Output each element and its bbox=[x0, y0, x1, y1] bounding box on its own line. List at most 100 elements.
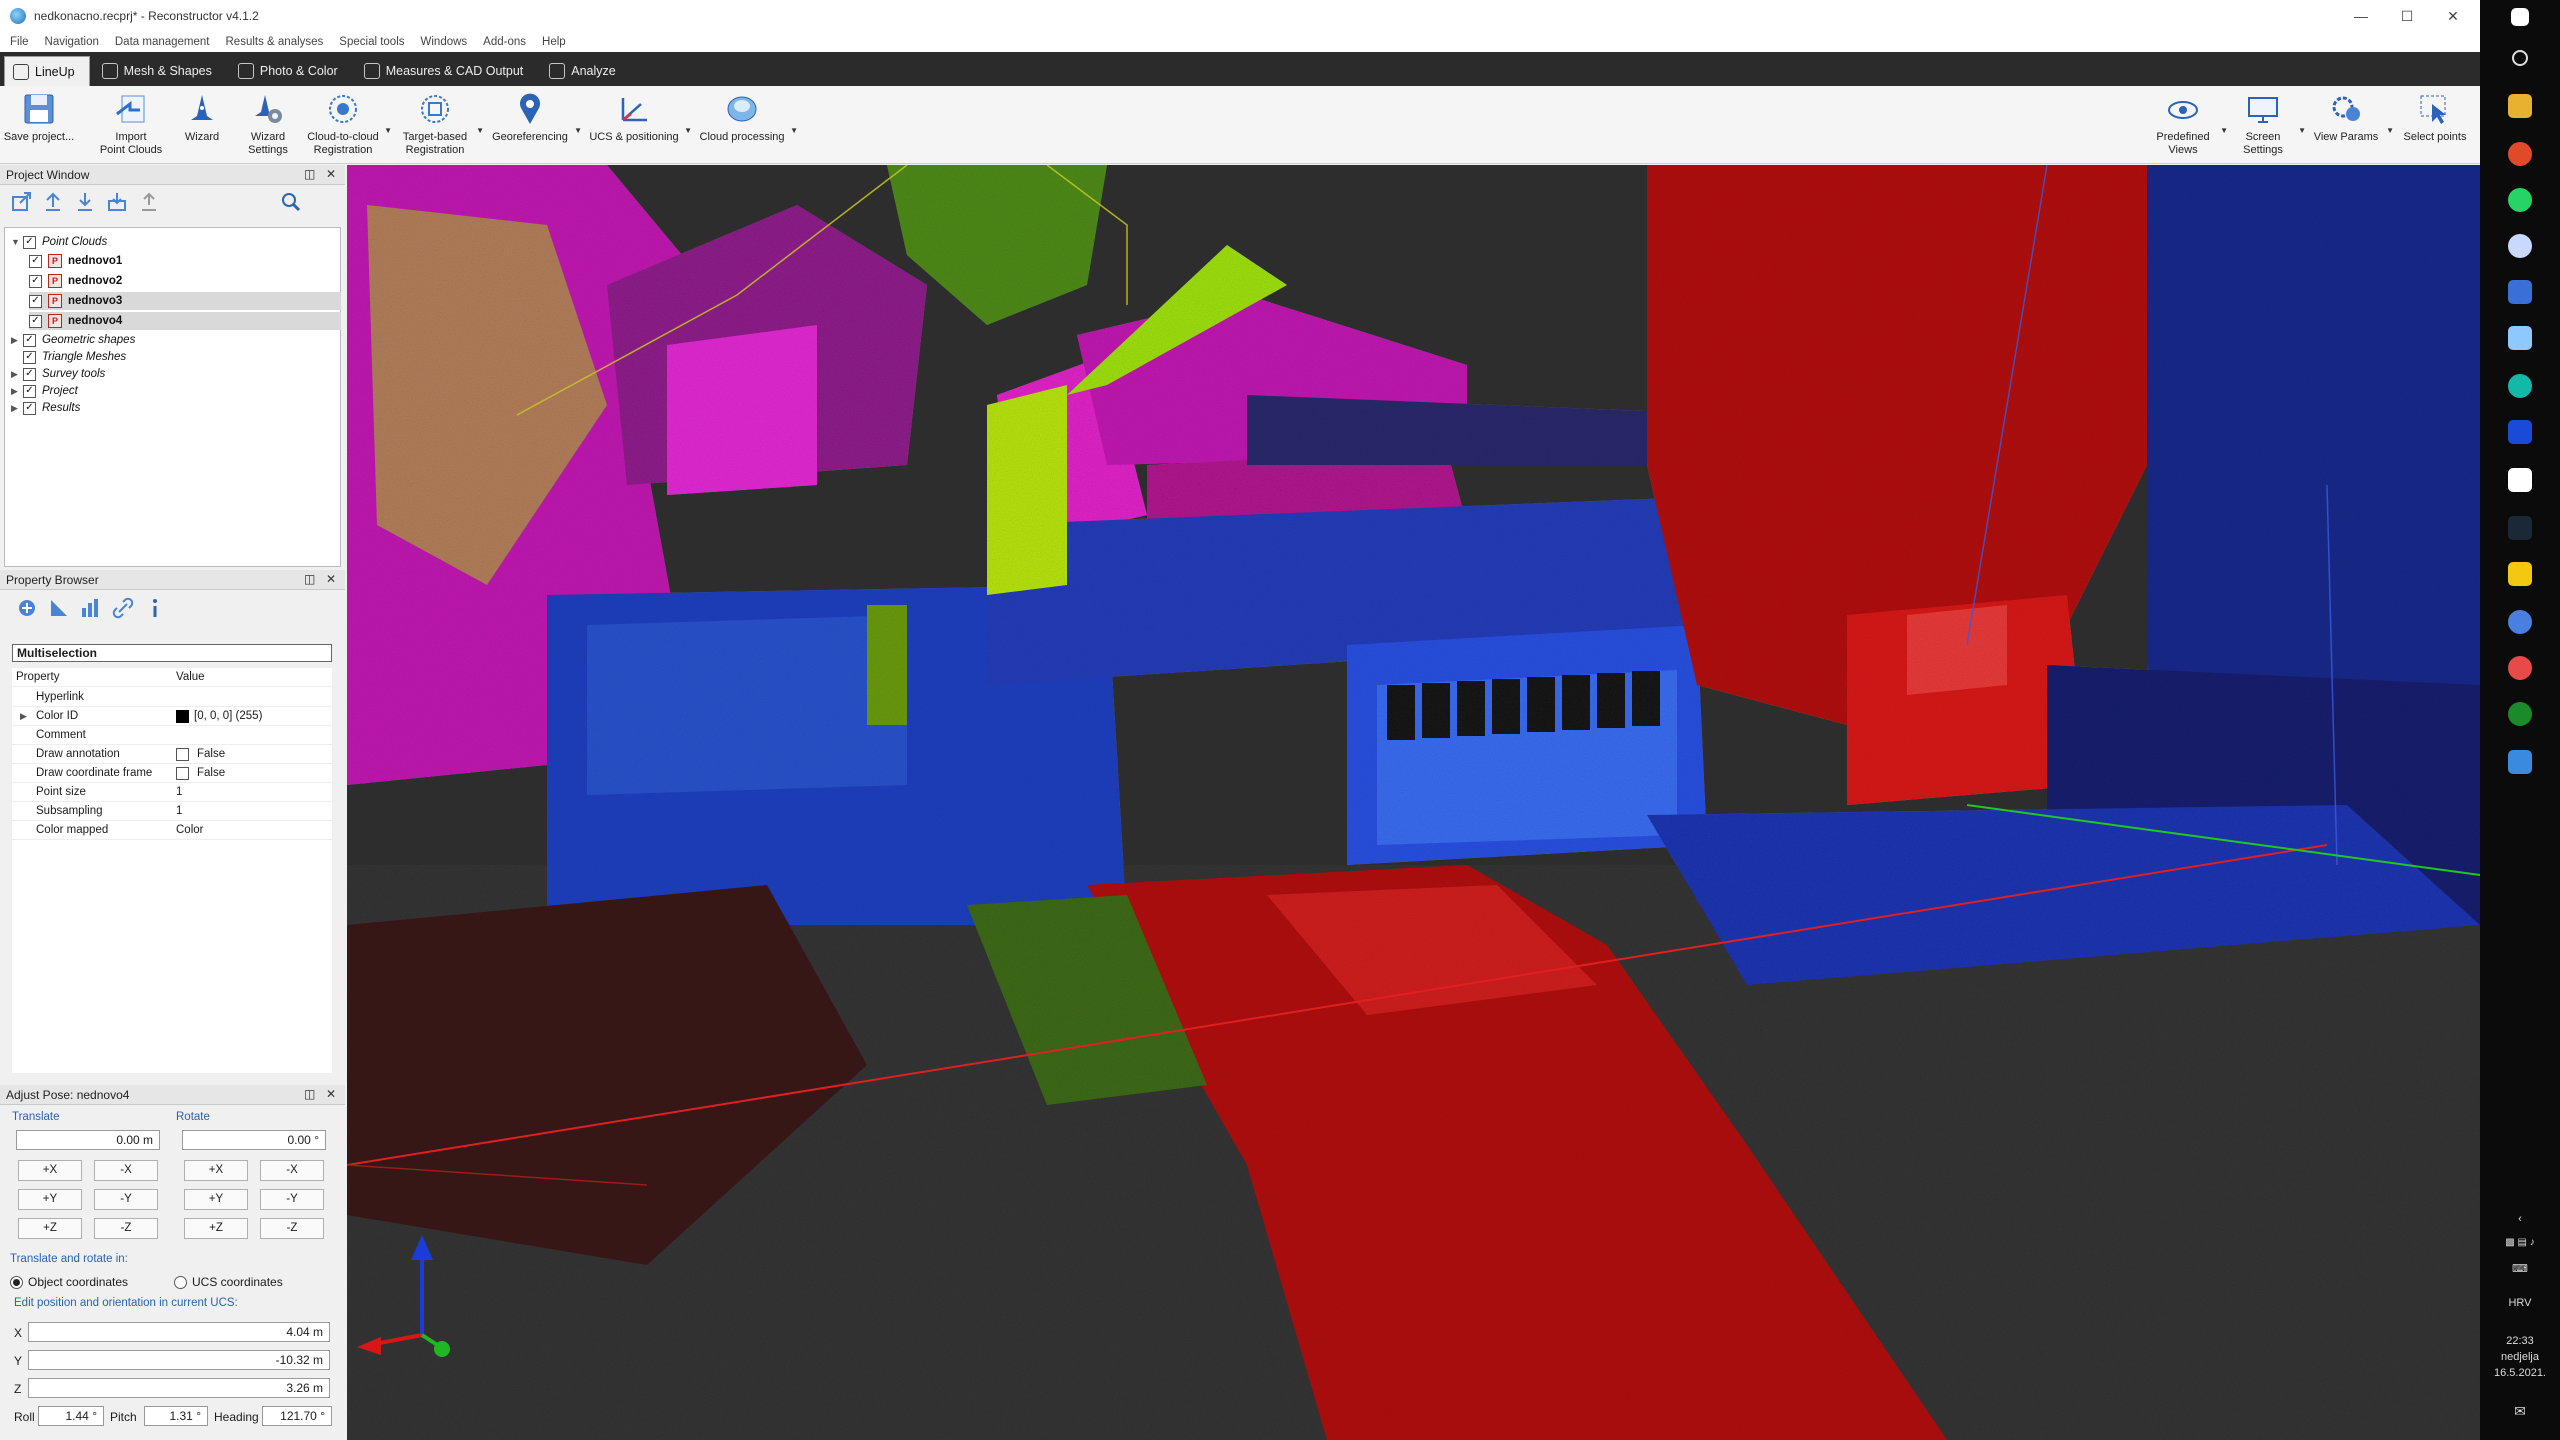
wizard-settings-button[interactable]: Wizard Settings bbox=[240, 90, 296, 162]
x-position-input[interactable]: 4.04 m bbox=[28, 1322, 330, 1342]
tree-item-nednovo3[interactable]: ✓ Pnednovo3 bbox=[29, 292, 341, 310]
target-registration-button[interactable]: Target-based Registration ▼ bbox=[398, 90, 484, 162]
clock-time[interactable]: 22:33 bbox=[2480, 1334, 2560, 1348]
rotate-minus-y-button[interactable]: -Y bbox=[260, 1189, 324, 1210]
z-position-input[interactable]: 3.26 m bbox=[28, 1378, 330, 1398]
object-coordinates-radio[interactable]: Object coordinates bbox=[10, 1275, 128, 1289]
sticky-notes-icon[interactable] bbox=[2508, 562, 2532, 586]
tree-item-point-clouds[interactable]: ▼ ✓ Point Clouds bbox=[11, 233, 341, 251]
cloud-to-cloud-button[interactable]: Cloud-to-cloud Registration ▼ bbox=[306, 90, 392, 162]
rotate-minus-x-button[interactable]: -X bbox=[260, 1160, 324, 1181]
dropdown-arrow-icon[interactable]: ▼ bbox=[2386, 124, 2394, 137]
tree-item-survey-tools[interactable]: ▶ ✓ Survey tools bbox=[11, 365, 341, 383]
pitch-input[interactable]: 1.31 ° bbox=[144, 1406, 208, 1426]
checkbox[interactable]: ✓ bbox=[29, 294, 42, 308]
notepad-icon[interactable] bbox=[2508, 468, 2532, 492]
checkbox[interactable]: ✓ bbox=[23, 235, 36, 249]
chart-settings-icon[interactable] bbox=[78, 595, 104, 621]
reconstructor-icon[interactable] bbox=[2508, 750, 2532, 774]
menu-data-management[interactable]: Data management bbox=[115, 36, 210, 48]
translate-plus-y-button[interactable]: +Y bbox=[18, 1189, 82, 1210]
app-icon[interactable] bbox=[2508, 656, 2532, 680]
menu-special-tools[interactable]: Special tools bbox=[339, 36, 404, 48]
calculator-icon[interactable] bbox=[2508, 280, 2532, 304]
minimize-icon[interactable]: — bbox=[2338, 0, 2384, 32]
rotate-plus-z-button[interactable]: +Z bbox=[184, 1218, 248, 1239]
menu-windows[interactable]: Windows bbox=[421, 36, 468, 48]
select-points-button[interactable]: Select points bbox=[2400, 90, 2470, 162]
selection-name-field[interactable]: Multiselection bbox=[12, 644, 332, 662]
cloud-processing-button[interactable]: Cloud processing ▼ bbox=[698, 90, 798, 162]
property-row-draw-coordinate-frame[interactable]: Draw coordinate frame False bbox=[12, 764, 332, 783]
save-project-button[interactable]: Save project... bbox=[4, 90, 74, 162]
rotate-step-input[interactable]: 0.00 ° bbox=[182, 1130, 326, 1150]
search-icon[interactable] bbox=[2512, 50, 2528, 66]
georeferencing-button[interactable]: Georeferencing ▼ bbox=[490, 90, 582, 162]
tree-item-nednovo4[interactable]: ✓ Pnednovo4 bbox=[29, 312, 341, 330]
dropdown-arrow-icon[interactable]: ▼ bbox=[476, 124, 484, 137]
app-icon[interactable] bbox=[2508, 702, 2532, 726]
property-row-comment[interactable]: Comment bbox=[12, 726, 332, 745]
translate-minus-y-button[interactable]: -Y bbox=[94, 1189, 158, 1210]
expand-arrow-icon[interactable]: ▶ bbox=[11, 386, 23, 397]
file-explorer-icon[interactable] bbox=[2508, 94, 2532, 118]
heading-input[interactable]: 121.70 ° bbox=[262, 1406, 332, 1426]
link-icon[interactable] bbox=[110, 595, 136, 621]
translate-plus-x-button[interactable]: +X bbox=[18, 1160, 82, 1181]
checkbox[interactable]: ✓ bbox=[23, 333, 36, 347]
checkbox[interactable]: ✓ bbox=[23, 384, 36, 398]
property-row-hyperlink[interactable]: Hyperlink bbox=[12, 688, 332, 707]
tree-item-nednovo1[interactable]: ✓ Pnednovo1 bbox=[29, 252, 341, 270]
app-icon[interactable] bbox=[2508, 420, 2532, 444]
predefined-views-button[interactable]: Predefined Views ▼ bbox=[2150, 90, 2228, 162]
checkbox[interactable]: ✓ bbox=[23, 401, 36, 415]
language-indicator[interactable]: HRV bbox=[2480, 1296, 2560, 1310]
tab-analyze[interactable]: Analyze bbox=[541, 56, 629, 86]
expand-arrow-icon[interactable]: ▶ bbox=[11, 403, 23, 414]
screen-settings-button[interactable]: Screen Settings ▼ bbox=[2232, 90, 2306, 162]
tray-expand-icon[interactable]: ‹ bbox=[2480, 1212, 2560, 1226]
chrome-icon[interactable] bbox=[2508, 142, 2532, 166]
app-icon[interactable] bbox=[2508, 326, 2532, 350]
tree-item-geometric-shapes[interactable]: ▶ ✓ Geometric shapes bbox=[11, 331, 341, 349]
tab-mesh-shapes[interactable]: Mesh & Shapes bbox=[94, 56, 226, 86]
dropdown-arrow-icon[interactable]: ▼ bbox=[790, 124, 798, 137]
property-row-point-size[interactable]: Point size 1 bbox=[12, 783, 332, 802]
dropdown-arrow-icon[interactable]: ▼ bbox=[574, 124, 582, 137]
notifications-icon[interactable]: ✉ bbox=[2480, 1404, 2560, 1418]
3d-viewport[interactable] bbox=[347, 165, 2480, 1440]
close-panel-icon[interactable]: ✕ bbox=[326, 572, 336, 586]
keyboard-icon[interactable]: ⌨ bbox=[2480, 1262, 2560, 1276]
dropdown-arrow-icon[interactable]: ▼ bbox=[384, 124, 392, 137]
property-row-draw-annotation[interactable]: Draw annotation False bbox=[12, 745, 332, 764]
close-icon[interactable]: ✕ bbox=[2430, 0, 2476, 32]
maximize-icon[interactable]: ☐ bbox=[2384, 0, 2430, 32]
tray-icons[interactable]: ▩ ▤ ♪ bbox=[2480, 1236, 2560, 1250]
rotate-plus-x-button[interactable]: +X bbox=[184, 1160, 248, 1181]
tab-measures-cad[interactable]: Measures & CAD Output bbox=[356, 56, 538, 86]
rotate-minus-z-button[interactable]: -Z bbox=[260, 1218, 324, 1239]
expand-arrow-icon[interactable]: ▶ bbox=[20, 711, 27, 722]
app-icon[interactable] bbox=[2508, 610, 2532, 634]
roll-input[interactable]: 1.44 ° bbox=[38, 1406, 104, 1426]
menu-navigation[interactable]: Navigation bbox=[45, 36, 99, 48]
expand-arrow-icon[interactable]: ▶ bbox=[11, 335, 23, 346]
checkbox[interactable]: ✓ bbox=[29, 314, 42, 328]
windows-start-icon[interactable] bbox=[2511, 8, 2529, 26]
upload-icon[interactable] bbox=[40, 189, 66, 215]
export-icon[interactable] bbox=[8, 189, 34, 215]
y-position-input[interactable]: -10.32 m bbox=[28, 1350, 330, 1370]
menu-file[interactable]: File bbox=[10, 36, 29, 48]
dropdown-arrow-icon[interactable]: ▼ bbox=[2298, 124, 2306, 137]
import-point-clouds-button[interactable]: Import Point Clouds bbox=[98, 90, 164, 162]
tree-item-project[interactable]: ▶ ✓ Project bbox=[11, 382, 341, 400]
info-icon[interactable] bbox=[142, 595, 168, 621]
color-swatch[interactable] bbox=[176, 709, 189, 723]
checkbox[interactable] bbox=[176, 747, 189, 761]
checkbox[interactable]: ✓ bbox=[23, 367, 36, 381]
menu-results-analyses[interactable]: Results & analyses bbox=[226, 36, 324, 48]
whatsapp-icon[interactable] bbox=[2508, 188, 2532, 212]
collapse-arrow-icon[interactable]: ▼ bbox=[11, 237, 23, 247]
app-icon[interactable] bbox=[2508, 234, 2532, 258]
tab-photo-color[interactable]: Photo & Color bbox=[230, 56, 352, 86]
